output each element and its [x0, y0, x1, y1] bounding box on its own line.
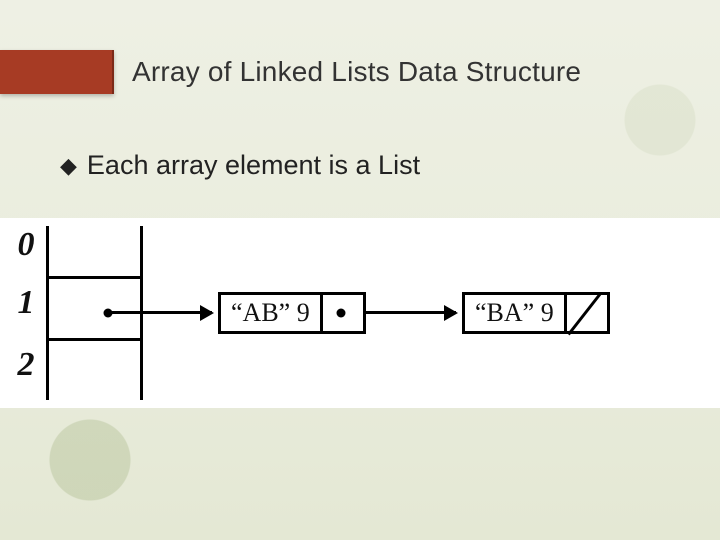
array-divider-1 — [46, 338, 143, 341]
node-data: “BA” 9 — [465, 298, 564, 328]
accent-tab — [0, 50, 114, 94]
bullet-text: Each array element is a List — [87, 150, 420, 181]
list-node: “BA” 9 — [462, 292, 610, 334]
diagram-panel: 0 1 2 “AB” 9 “BA” 9 — [0, 218, 720, 408]
array-index-0: 0 — [14, 226, 38, 264]
array-left-border — [46, 226, 49, 400]
node-pointer-field — [320, 295, 359, 331]
bullet-row: ◆ Each array element is a List — [60, 150, 680, 181]
slide-title-row: Array of Linked Lists Data Structure — [0, 44, 720, 100]
array-divider-0 — [46, 276, 143, 279]
arrow-icon — [112, 311, 212, 314]
diamond-bullet-icon: ◆ — [60, 155, 77, 177]
slide-title: Array of Linked Lists Data Structure — [132, 56, 581, 88]
node-data: “AB” 9 — [221, 298, 320, 328]
pointer-dot-icon — [336, 309, 345, 318]
array-index-2: 2 — [14, 346, 38, 384]
null-pointer-icon — [567, 293, 601, 336]
node-pointer-field — [564, 295, 603, 331]
array-index-1: 1 — [14, 284, 38, 322]
list-node: “AB” 9 — [218, 292, 366, 334]
